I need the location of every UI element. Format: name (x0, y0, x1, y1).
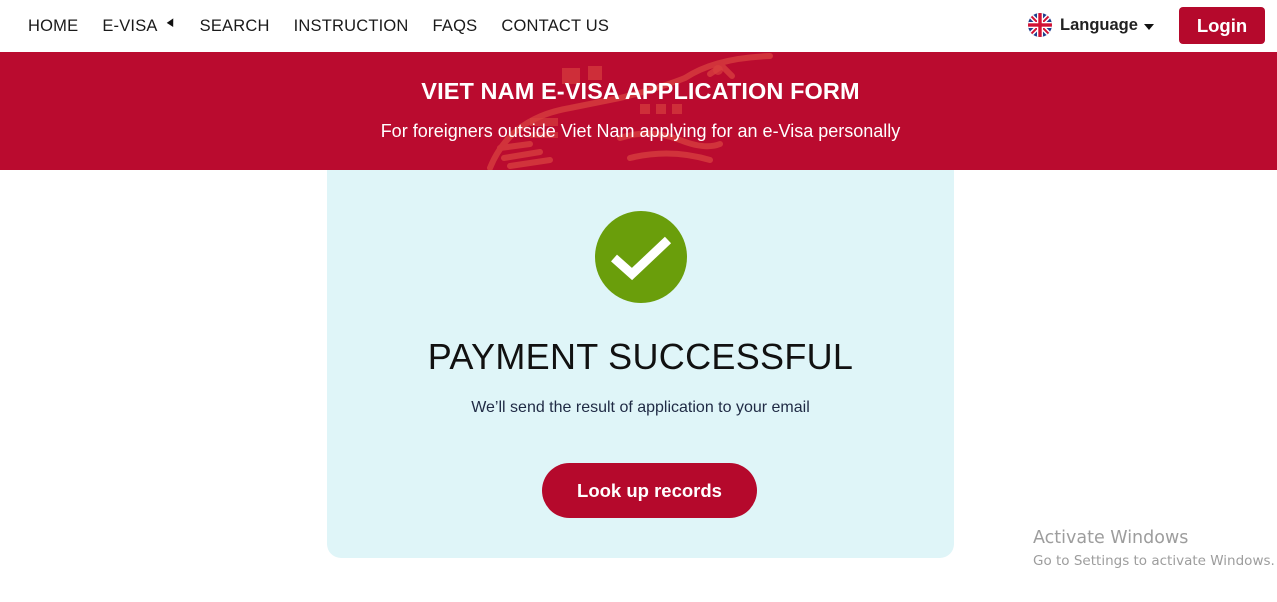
nav-contact-link[interactable]: CONTACT US (501, 17, 609, 36)
payment-status-title: PAYMENT SUCCESSFUL (427, 336, 854, 377)
payment-result-card: PAYMENT SUCCESSFUL We’ll send the result… (327, 170, 954, 558)
top-navigation: HOME E-VISA SEARCH INSTRUCTION FAQS CONT… (0, 0, 1277, 52)
nav-links: HOME E-VISA SEARCH INSTRUCTION FAQS CONT… (28, 0, 633, 52)
activate-windows-subtitle: Go to Settings to activate Windows. (1033, 553, 1275, 569)
uk-flag-icon (1028, 13, 1052, 37)
page-banner: VIET NAM E-VISA APPLICATION FORM For for… (0, 52, 1277, 170)
login-button[interactable]: Login (1179, 7, 1265, 44)
language-label: Language (1060, 15, 1138, 34)
activate-windows-title: Activate Windows (1033, 528, 1189, 548)
page-subtitle: For foreigners outside Viet Nam applying… (380, 121, 901, 141)
nav-instruction-link[interactable]: INSTRUCTION (294, 17, 409, 36)
dropdown-arrow-icon (166, 17, 177, 29)
look-up-records-button[interactable]: Look up records (542, 463, 757, 518)
check-circle-icon (595, 211, 687, 303)
bird-motif-decoration (487, 53, 773, 170)
nav-home-link[interactable]: HOME (28, 17, 78, 36)
payment-status-message: We’ll send the result of application to … (471, 399, 810, 416)
nav-evisa-label: E-VISA (102, 16, 158, 35)
nav-evisa-link[interactable]: E-VISA (102, 16, 177, 36)
language-selector[interactable]: Language (1028, 13, 1154, 37)
page-title: VIET NAM E-VISA APPLICATION FORM (421, 78, 860, 104)
chevron-down-icon (1143, 24, 1154, 30)
nav-search-link[interactable]: SEARCH (200, 17, 270, 36)
nav-faqs-link[interactable]: FAQS (433, 17, 478, 36)
